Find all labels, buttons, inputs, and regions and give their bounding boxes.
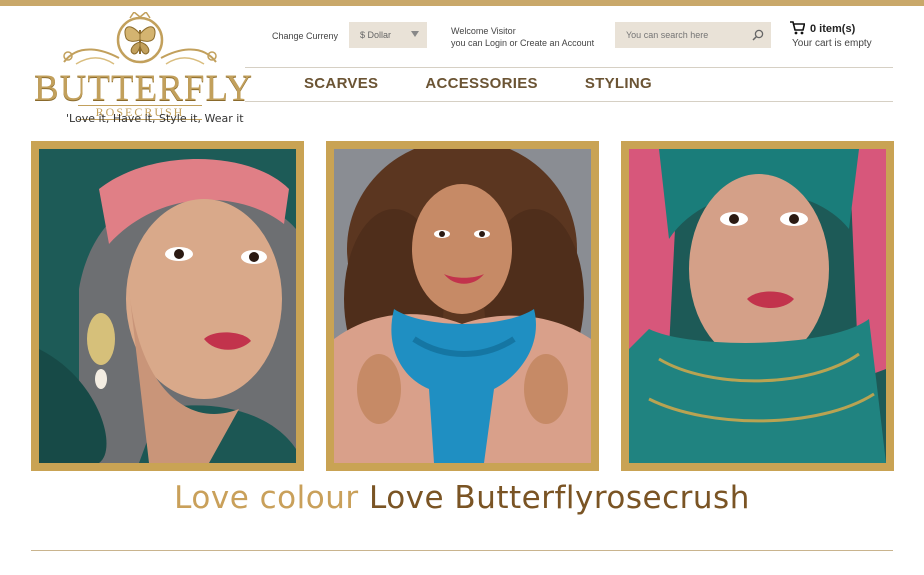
nav-divider-bottom [245, 101, 893, 102]
search-input[interactable] [615, 22, 771, 48]
slogan: Love colour Love Butterflyrosecrush [0, 480, 924, 516]
footer-divider [31, 550, 893, 551]
model-photo-illustration [629, 149, 886, 463]
main-nav: SCARVES ACCESSORIES STYLING [304, 75, 652, 92]
nav-divider-top [245, 67, 893, 68]
currency-label: Change Curreny [272, 31, 339, 41]
search-icon[interactable] [752, 29, 764, 41]
nav-item-accessories[interactable]: ACCESSORIES [425, 75, 538, 92]
brand-tagline: 'Love it, Have it, Style it, Wear it [66, 112, 244, 125]
currency-selected-value: $ Dollar [360, 30, 392, 40]
welcome-message: Welcome Visitor you can Login or Create … [451, 25, 594, 49]
brand-logo[interactable]: BUTTERFLY ROSECRUSH [34, 12, 254, 124]
gallery-image-2[interactable] [326, 141, 599, 471]
cart-icon[interactable] [790, 21, 805, 35]
gallery-image-1[interactable] [31, 141, 304, 471]
welcome-title: Welcome Visitor [451, 26, 516, 36]
slogan-part-2: Love Butterflyrosecrush [368, 480, 750, 516]
nav-item-styling[interactable]: STYLING [585, 75, 652, 92]
model-photo-illustration [39, 149, 296, 463]
login-create-account-link[interactable]: you can Login or Create an Account [451, 37, 594, 49]
chevron-down-icon [411, 31, 419, 37]
top-accent-bar [0, 0, 924, 6]
logo-wordmark: BUTTERFLY [34, 68, 254, 109]
cart-status: Your cart is empty [792, 38, 872, 49]
model-photo-illustration [334, 149, 591, 463]
nav-item-scarves[interactable]: SCARVES [304, 75, 378, 92]
slogan-part-1: Love colour [174, 480, 359, 516]
butterfly-emblem-icon [63, 12, 217, 65]
currency-select[interactable]: $ Dollar [349, 22, 427, 48]
gallery-image-3[interactable] [621, 141, 894, 471]
cart-item-count[interactable]: 0 item(s) [810, 23, 855, 35]
